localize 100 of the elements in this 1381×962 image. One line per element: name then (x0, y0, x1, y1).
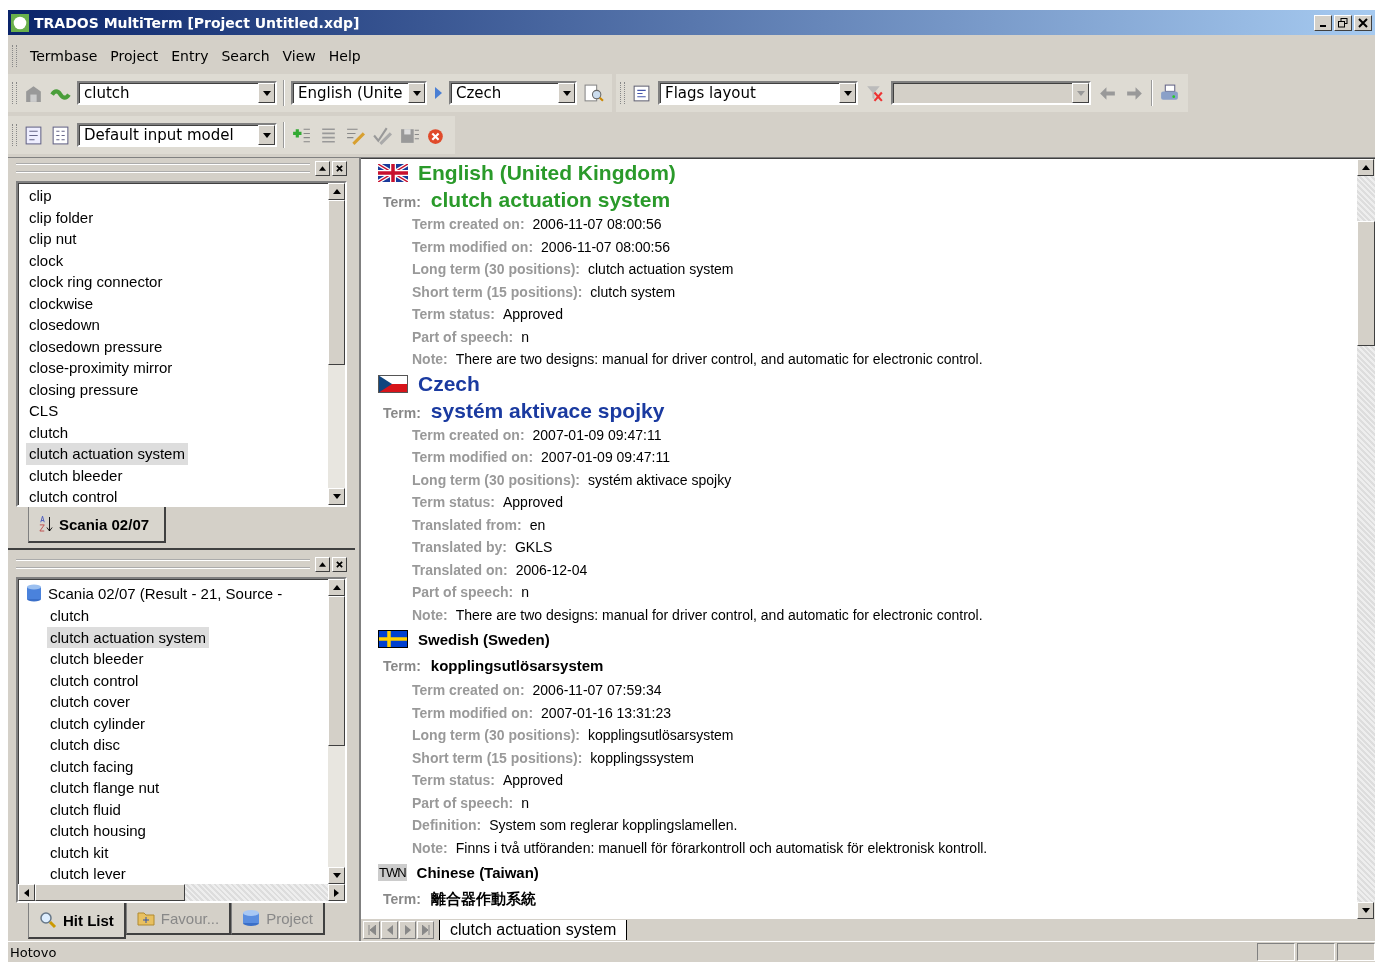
hit-list-item[interactable]: clutch kit (47, 841, 112, 863)
term-list-item[interactable]: clip (26, 185, 55, 207)
field-value: GKLS (514, 538, 553, 557)
field-label: Translated on: (412, 560, 508, 580)
term-list-item[interactable]: close-proximity mirror (26, 357, 176, 379)
field-value: en (529, 515, 546, 535)
vertical-scrollbar[interactable] (328, 579, 345, 884)
field-value: Approved (503, 305, 563, 324)
minimize-button[interactable] (1314, 14, 1332, 31)
target-language-dropdown[interactable]: Czech (449, 81, 577, 105)
panel-close-button[interactable] (332, 556, 347, 572)
hit-list-item[interactable]: clutch cover (47, 691, 134, 713)
term-list-item[interactable]: clip nut (26, 228, 80, 250)
scrollbar-thumb[interactable] (328, 596, 345, 746)
menu-item[interactable]: View (282, 48, 316, 64)
menu-item[interactable]: Search (221, 48, 270, 64)
flag-icon (378, 630, 408, 648)
term-list-item[interactable]: clutch bleeder (26, 464, 126, 486)
previous-button[interactable] (381, 921, 398, 939)
menu-item[interactable]: Help (328, 48, 361, 64)
flag-icon (378, 374, 408, 393)
term-list-item[interactable]: closing pressure (26, 378, 142, 400)
vertical-scrollbar[interactable] (1357, 159, 1375, 919)
first-button[interactable] (363, 921, 380, 939)
term-list-item[interactable]: clutch control (26, 486, 121, 505)
next-button[interactable] (399, 921, 416, 939)
layout-dropdown[interactable]: Flags layout (658, 81, 858, 105)
field-label: Term created on: (412, 425, 525, 445)
term-text: kopplingsutlösarsystem (430, 656, 604, 676)
hit-list-item[interactable]: clutch facing (47, 755, 137, 777)
menu-item[interactable]: Entry (171, 48, 209, 64)
field-value: 2006-11-07 08:00:56 (532, 215, 662, 234)
term-list-item[interactable]: clock (26, 249, 67, 271)
term-list-item[interactable]: clutch (26, 421, 72, 443)
hit-list-item[interactable]: clutch fluid (47, 798, 124, 820)
scrollbar-thumb[interactable] (1357, 221, 1375, 346)
arrow-up-icon (332, 585, 341, 590)
term-text: 離合器作動系統 (430, 889, 536, 909)
hit-list-item[interactable]: clutch disc (47, 734, 124, 756)
status-text: Hotovo (9, 944, 58, 960)
panel-grip[interactable] (16, 163, 310, 173)
entry-tab[interactable]: clutch actuation system (439, 920, 628, 940)
search-document-icon[interactable] (583, 82, 604, 104)
caret-icon (1076, 90, 1085, 96)
field-label: Note: (412, 350, 448, 369)
panel-collapse-button[interactable] (315, 556, 330, 572)
field-label: Long term (30 positions): (412, 470, 580, 490)
caret-icon (843, 90, 852, 96)
search-field[interactable]: clutch (77, 81, 277, 105)
field-value: There are two designs: manual for driver control, and automatic for electronic control. (455, 605, 983, 625)
source-language-dropdown[interactable]: English (Unite (291, 81, 427, 105)
hit-list-item[interactable]: clutch flange nut (47, 777, 163, 799)
term-list-item[interactable]: clutch actuation system (26, 443, 188, 465)
arrow-left-icon (24, 888, 29, 897)
scrollbar-thumb[interactable] (328, 200, 345, 365)
field-value: clutch system (590, 282, 676, 302)
vertical-scrollbar[interactable] (328, 183, 345, 505)
hit-list-item[interactable]: clutch bleeder (47, 648, 147, 670)
panel-tab[interactable]: Hit List (28, 903, 126, 939)
scrollbar-thumb[interactable] (35, 884, 185, 901)
term-list-item[interactable]: clip folder (26, 206, 97, 228)
termbase-tab[interactable]: Scania 02/07 (28, 507, 167, 543)
tab-label: Scania 02/07 (59, 515, 150, 533)
status-pane (1257, 943, 1295, 961)
last-button[interactable] (417, 921, 434, 939)
hit-list-item[interactable]: clutch lever (47, 863, 129, 884)
panel-collapse-button[interactable] (315, 160, 330, 176)
status-pane (1337, 943, 1375, 961)
filter-dropdown[interactable] (891, 81, 1091, 105)
hit-list-item[interactable]: clutch (47, 605, 93, 627)
hit-list-item[interactable]: clutch control (47, 669, 142, 691)
field-value: 2006-11-07 08:00:56 (541, 237, 671, 257)
tree-root-label[interactable]: Scania 02/07 (Result - 21, Source - (48, 584, 283, 602)
term-list-item[interactable]: closedown pressure (26, 335, 166, 357)
horizontal-scrollbar[interactable] (18, 884, 345, 901)
menu-item[interactable]: Project (110, 48, 159, 64)
close-button[interactable] (1354, 14, 1372, 31)
menu-item[interactable]: Termbase (30, 48, 98, 64)
list-form-icon[interactable] (50, 124, 71, 146)
hit-list-item[interactable]: clutch cylinder (47, 712, 149, 734)
term-list-item[interactable]: CLS (26, 400, 62, 422)
form-icon[interactable] (23, 124, 44, 146)
hit-list-item[interactable]: clutch housing (47, 820, 149, 842)
panel-grip[interactable] (16, 559, 310, 569)
panel-close-button[interactable] (332, 160, 347, 176)
field-value: Approved (503, 493, 563, 512)
field-label: Term: (383, 890, 421, 909)
term-list-item[interactable]: clock ring connector (26, 271, 166, 293)
term-list-item[interactable]: clockwise (26, 292, 97, 314)
caret-icon (412, 90, 421, 96)
input-model-dropdown[interactable]: Default input model (77, 123, 277, 147)
close-icon (1358, 17, 1368, 28)
field-value: n (521, 583, 529, 602)
restore-button[interactable] (1334, 14, 1352, 31)
term-list-item[interactable]: closedown (26, 314, 103, 336)
language-name: English (United Kingdom) (418, 161, 676, 185)
field-value: Approved (503, 771, 563, 790)
field-label: Term status: (412, 771, 495, 790)
arrow-up-icon (319, 561, 326, 567)
hit-list-item[interactable]: clutch actuation system (47, 626, 209, 648)
